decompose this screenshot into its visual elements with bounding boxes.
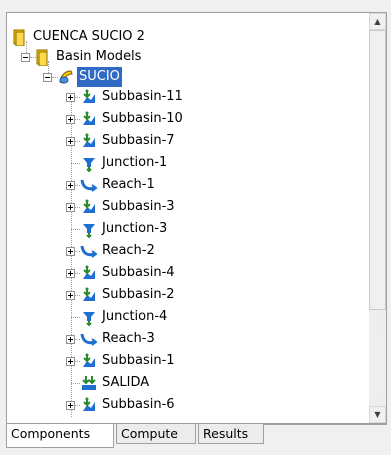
expand-toggle[interactable]: [66, 137, 75, 146]
collapse-toggle[interactable]: [21, 53, 30, 62]
tree-node-element[interactable]: Reach-2: [80, 241, 157, 261]
expand-toggle[interactable]: [66, 269, 75, 278]
tree-node-label: Basin Models: [56, 49, 142, 64]
sink-icon: [82, 376, 96, 390]
tree-node-label: Reach-2: [102, 243, 155, 258]
subbasin-icon: [83, 199, 95, 213]
subbasin-icon: [83, 287, 95, 301]
tree-node-label: Subbasin-4: [102, 265, 175, 280]
subbasin-icon: [83, 111, 95, 125]
tree-node-element[interactable]: Reach-1: [80, 175, 157, 195]
tab-label: Compute: [121, 426, 179, 441]
expand-toggle[interactable]: [66, 247, 75, 256]
tree-node-label: Subbasin-7: [102, 133, 175, 148]
project-folder-icon: [13, 29, 25, 46]
tree-node-element[interactable]: Subbasin-11: [80, 87, 185, 107]
tree-node-label: Subbasin-1: [102, 353, 175, 368]
tree-view-frame: CUENCA SUCIO 2 Basin Models SUCIO Subbas…: [6, 12, 387, 424]
tab-label: Components: [11, 426, 91, 441]
folder-icon: [36, 49, 48, 66]
tree-node-element[interactable]: Junction-3: [80, 219, 169, 239]
expand-toggle[interactable]: [66, 115, 75, 124]
tree-node-label: Subbasin-3: [102, 199, 175, 214]
tree-node-project[interactable]: CUENCA SUCIO 2: [11, 27, 147, 47]
subbasin-icon: [83, 265, 95, 279]
tree-node-label: CUENCA SUCIO 2: [33, 29, 145, 44]
tree-node-label: Subbasin-6: [102, 397, 175, 412]
tree-node-element[interactable]: Subbasin-10: [80, 109, 185, 129]
tree-node-element[interactable]: Junction-1: [80, 153, 169, 173]
tree-node-label: Subbasin-11: [102, 89, 183, 104]
subbasin-icon: [83, 353, 95, 367]
tree-node-label: SALIDA: [102, 375, 150, 390]
expand-toggle[interactable]: [66, 93, 75, 102]
tree-node-basin-models[interactable]: Basin Models: [34, 47, 143, 67]
tab-label: Results: [203, 426, 249, 441]
subbasin-icon: [83, 89, 95, 103]
tree-node-element[interactable]: SALIDA: [80, 373, 151, 393]
tree-node-element[interactable]: Subbasin-3: [80, 197, 177, 217]
basin-model-icon: [59, 70, 73, 84]
scroll-down-button[interactable]: ▼: [369, 406, 386, 423]
reach-icon: [80, 245, 98, 258]
watershed-explorer-panel: CUENCA SUCIO 2 Basin Models SUCIO Subbas…: [0, 0, 391, 455]
tree-node-label: Subbasin-10: [102, 111, 183, 126]
expand-toggle[interactable]: [66, 401, 75, 410]
scroll-up-button[interactable]: ▲: [369, 13, 386, 30]
vertical-scrollbar[interactable]: ▲ ▼: [369, 13, 386, 423]
tree-node-element[interactable]: Subbasin-4: [80, 263, 177, 283]
junction-icon: [83, 158, 95, 172]
expand-toggle[interactable]: [66, 291, 75, 300]
component-tree[interactable]: CUENCA SUCIO 2 Basin Models SUCIO Subbas…: [7, 13, 370, 423]
tree-node-element[interactable]: Subbasin-6: [80, 395, 177, 415]
tab-results[interactable]: Results: [198, 424, 264, 444]
tree-node-label: Junction-1: [102, 155, 168, 170]
tree-node-basin-sucio[interactable]: SUCIO: [57, 67, 122, 87]
tree-node-label: SUCIO: [77, 67, 122, 87]
panel-tabs: Components Compute Results: [6, 424, 387, 448]
tree-node-label: Junction-3: [102, 221, 168, 236]
tree-node-label: Junction-4: [102, 309, 168, 324]
tab-components[interactable]: Components: [6, 424, 114, 448]
junction-icon: [83, 312, 95, 326]
tree-node-element[interactable]: Reach-3: [80, 329, 157, 349]
reach-icon: [80, 333, 98, 346]
scrollbar-thumb[interactable]: [369, 30, 386, 310]
tree-node-label: Subbasin-2: [102, 287, 175, 302]
tree-node-label: Reach-3: [102, 331, 155, 346]
collapse-toggle[interactable]: [43, 73, 52, 82]
junction-icon: [83, 224, 95, 238]
reach-icon: [80, 179, 98, 192]
expand-toggle[interactable]: [66, 203, 75, 212]
tab-compute[interactable]: Compute: [116, 424, 196, 444]
expand-toggle[interactable]: [66, 335, 75, 344]
expand-toggle[interactable]: [66, 181, 75, 190]
tree-node-element[interactable]: Junction-4: [80, 307, 169, 327]
tree-node-element[interactable]: Subbasin-1: [80, 351, 177, 371]
expand-toggle[interactable]: [66, 357, 75, 366]
tree-node-element[interactable]: Subbasin-7: [80, 131, 177, 151]
subbasin-icon: [83, 397, 95, 411]
subbasin-icon: [83, 133, 95, 147]
tree-node-element[interactable]: Subbasin-2: [80, 285, 177, 305]
tree-node-label: Reach-1: [102, 177, 155, 192]
